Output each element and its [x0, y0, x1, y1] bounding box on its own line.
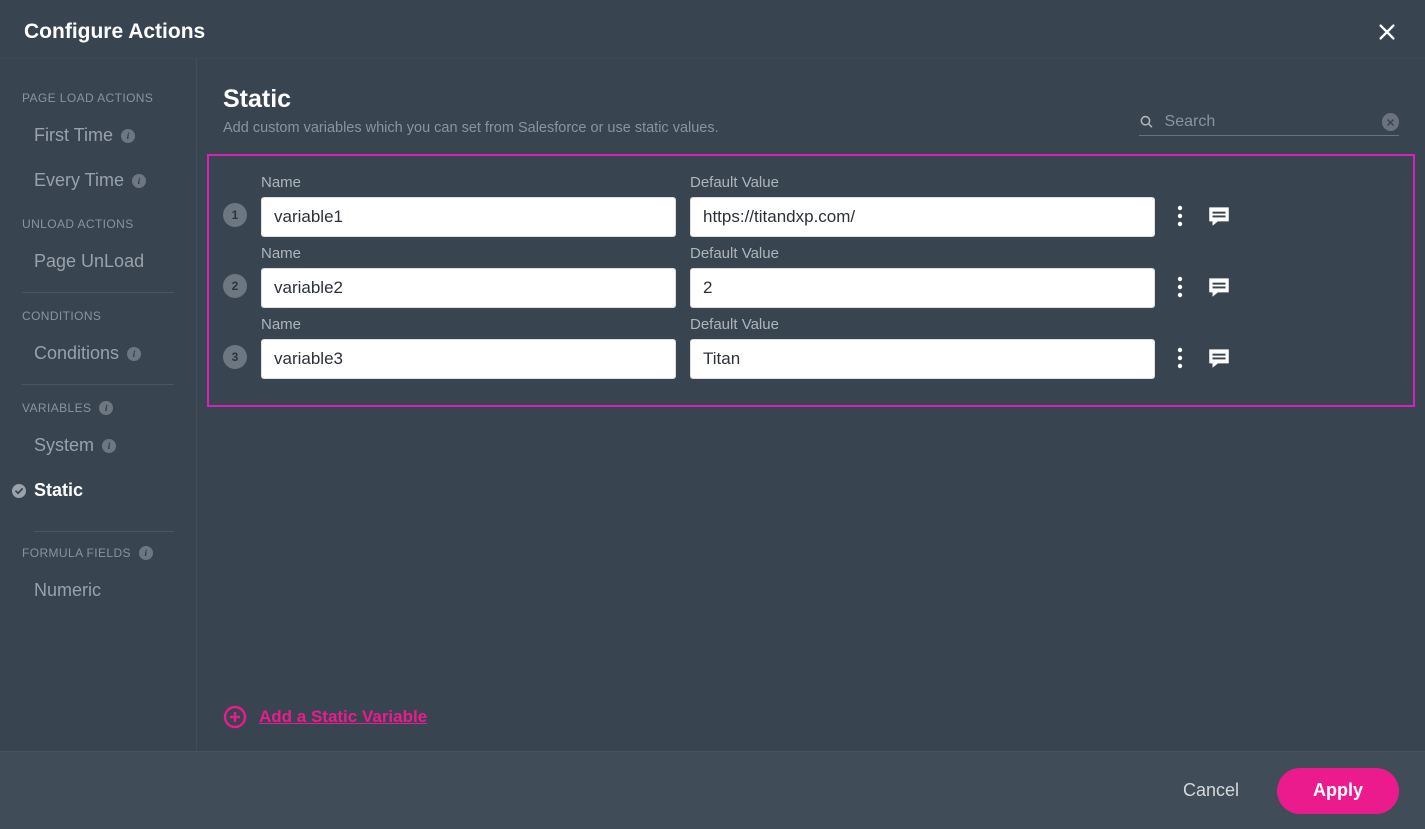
add-variable-label: Add a Static Variable	[259, 707, 427, 727]
sidebar-item-page-unload[interactable]: Page UnLoad	[0, 239, 196, 284]
row-index-badge: 3	[223, 345, 247, 369]
section-formula: FORMULA FIELDSi	[0, 532, 196, 568]
sidebar-item-numeric[interactable]: Numeric	[0, 568, 196, 613]
row-index-badge: 1	[223, 203, 247, 227]
add-variable-link[interactable]: Add a Static Variable	[223, 705, 427, 729]
row-menu-button[interactable]	[1169, 197, 1191, 235]
name-label: Name	[261, 316, 676, 333]
sidebar-item-label: Every Time	[34, 170, 124, 191]
sidebar-item-label: Page UnLoad	[34, 251, 144, 272]
main-panel: Static Add custom variables which you ca…	[197, 59, 1425, 751]
sidebar-item-label: Conditions	[34, 343, 119, 364]
sidebar-item-first-time[interactable]: First Time i	[0, 113, 196, 158]
check-icon	[12, 484, 26, 498]
value-label: Default Value	[690, 174, 1155, 191]
name-input[interactable]	[261, 197, 676, 237]
dialog-title: Configure Actions	[24, 20, 205, 44]
close-icon	[1376, 21, 1398, 43]
page-title: Static	[223, 85, 719, 114]
kebab-icon	[1177, 205, 1183, 227]
info-icon: i	[139, 546, 153, 560]
comment-icon	[1206, 203, 1232, 229]
dialog-header: Configure Actions	[0, 0, 1425, 58]
variable-list: 1 Name Default Value 2	[207, 154, 1415, 407]
value-label: Default Value	[690, 316, 1155, 333]
sidebar: PAGE LOAD ACTIONS First Time i Every Time…	[0, 59, 197, 751]
sidebar-item-system[interactable]: Systemi	[0, 423, 196, 468]
page-desc: Add custom variables which you can set f…	[223, 120, 719, 136]
variable-row: 3 Name Default Value	[223, 308, 1399, 379]
close-icon	[1386, 118, 1395, 127]
sidebar-item-static[interactable]: Static	[0, 468, 196, 513]
section-unload: UNLOAD ACTIONS	[0, 203, 196, 239]
row-index-badge: 2	[223, 274, 247, 298]
kebab-icon	[1177, 276, 1183, 298]
name-input[interactable]	[261, 268, 676, 308]
value-input[interactable]	[690, 339, 1155, 379]
name-input[interactable]	[261, 339, 676, 379]
divider	[22, 384, 174, 385]
row-menu-button[interactable]	[1169, 268, 1191, 306]
section-variables: VARIABLESi	[0, 387, 196, 423]
info-icon: i	[99, 401, 113, 415]
value-label: Default Value	[690, 245, 1155, 262]
search-input[interactable]	[1165, 113, 1372, 131]
name-label: Name	[261, 174, 676, 191]
divider	[22, 292, 174, 293]
row-comment-button[interactable]	[1205, 268, 1233, 306]
kebab-icon	[1177, 347, 1183, 369]
section-conditions: CONDITIONS	[0, 295, 196, 331]
info-icon: i	[132, 174, 146, 188]
comment-icon	[1206, 274, 1232, 300]
search-icon	[1139, 114, 1155, 130]
sidebar-item-label: System	[34, 435, 94, 456]
value-input[interactable]	[690, 197, 1155, 237]
variable-row: 2 Name Default Value	[223, 237, 1399, 308]
sidebar-item-label: Static	[34, 480, 83, 501]
search-box	[1139, 113, 1399, 136]
info-icon: i	[127, 347, 141, 361]
sidebar-item-label: Numeric	[34, 580, 101, 601]
plus-circle-icon	[223, 705, 247, 729]
name-label: Name	[261, 245, 676, 262]
sidebar-item-conditions[interactable]: Conditions i	[0, 331, 196, 376]
apply-button[interactable]: Apply	[1277, 768, 1399, 814]
close-button[interactable]	[1373, 18, 1401, 46]
comment-icon	[1206, 345, 1232, 371]
clear-search-button[interactable]	[1382, 113, 1399, 131]
info-icon: i	[121, 129, 135, 143]
row-comment-button[interactable]	[1205, 197, 1233, 235]
value-input[interactable]	[690, 268, 1155, 308]
variable-row: 1 Name Default Value	[223, 166, 1399, 237]
sidebar-item-every-time[interactable]: Every Time i	[0, 158, 196, 203]
row-menu-button[interactable]	[1169, 339, 1191, 377]
cancel-button[interactable]: Cancel	[1183, 780, 1239, 801]
row-comment-button[interactable]	[1205, 339, 1233, 377]
info-icon: i	[102, 439, 116, 453]
dialog-footer: Cancel Apply	[0, 751, 1425, 829]
sidebar-item-label: First Time	[34, 125, 113, 146]
section-page-load: PAGE LOAD ACTIONS	[0, 77, 196, 113]
